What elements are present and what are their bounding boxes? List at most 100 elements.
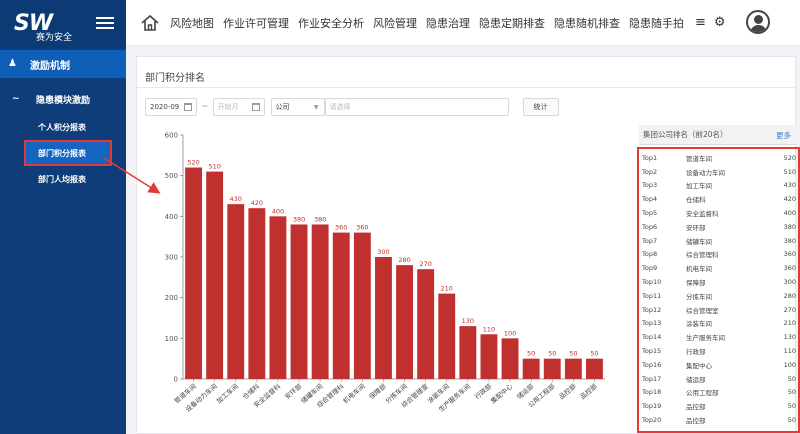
topnav-risk-management[interactable]: 风险管理: [373, 15, 417, 31]
bar-value-label: 400: [272, 207, 284, 215]
ranking-row: Top9 机电车间 360: [639, 261, 798, 275]
ranking-row: Top13 涂装车间 210: [639, 317, 798, 331]
chart-bar: [375, 257, 392, 379]
ranking-rank: Top11: [642, 291, 662, 300]
chart-bar: [564, 358, 582, 379]
ranking-rank: Top18: [642, 388, 662, 397]
ranking-row: Top16 集配中心 100: [639, 358, 798, 372]
ranking-name: 品控部: [686, 417, 706, 426]
ranking-row: Top4 仓储科 420: [639, 192, 798, 206]
ranking-rank: Top8: [642, 250, 658, 259]
topnav-hazard-governance[interactable]: 隐患治理: [426, 15, 470, 31]
sidebar-item-personal-report[interactable]: 个人积分报表: [0, 114, 126, 140]
topnav-periodic-check[interactable]: 隐患定期排查: [479, 15, 545, 31]
bar-value-label: 430: [230, 195, 242, 203]
bar-value-label: 210: [441, 285, 453, 293]
ranking-name: 保障部: [686, 279, 706, 288]
sidebar-group-hazard[interactable]: ∼ 隐患模块激励: [0, 84, 126, 114]
bar-value-label: 280: [398, 256, 410, 264]
ranking-value: 50: [787, 388, 796, 397]
start-month-value: 2020-09: [150, 103, 180, 111]
gear-icon[interactable]: ⚙: [714, 15, 726, 30]
chart-bar: [269, 216, 287, 379]
company-select-value: 公司: [275, 103, 290, 111]
ranking-row: Top11 分拣车间 280: [639, 289, 798, 303]
date-range-separator: ~: [201, 102, 209, 112]
ranking-more-link[interactable]: 更多: [776, 130, 791, 141]
bar-value-label: 110: [483, 325, 495, 333]
ranking-value: 110: [783, 347, 796, 356]
ranking-rank: Top9: [642, 264, 658, 273]
department-select[interactable]: 请选择: [324, 98, 509, 116]
ranking-row: Top12 综合管理室 270: [639, 303, 798, 317]
chart-bar: [248, 208, 266, 379]
sidebar-group-label: 隐患模块激励: [36, 95, 91, 106]
menu-toggle-icon[interactable]: [96, 14, 114, 30]
ranking-row: Top3 加工车间 430: [639, 179, 798, 193]
ranking-row: Top8 综合管理科 360: [639, 248, 798, 262]
bar-value-label: 300: [377, 248, 389, 256]
ranking-rank: Top15: [642, 347, 662, 356]
home-icon[interactable]: [140, 13, 160, 33]
x-tick-label: 品控部: [578, 381, 599, 401]
topnav-work-permit[interactable]: 作业许可管理: [223, 15, 289, 31]
ranking-value: 210: [783, 319, 796, 328]
ranking-value: 50: [787, 402, 796, 411]
ranking-value: 50: [787, 374, 796, 383]
topnav-random-check[interactable]: 隐患随机排查: [554, 15, 620, 31]
ranking-value: 400: [783, 209, 796, 218]
chevron-down-icon: ▼: [313, 104, 319, 111]
y-tick-label: 600: [165, 132, 178, 140]
sidebar-item-label: 个人积分报表: [38, 122, 86, 132]
ranking-value: 430: [783, 181, 796, 190]
ranking-rank: Top5: [642, 209, 658, 218]
ranking-name: 安全监督科: [686, 210, 719, 219]
topnav-snapshot[interactable]: 隐患随手拍: [629, 15, 684, 31]
chart-bar: [332, 232, 350, 379]
report-panel: 部门积分排名 2020-09 ~ 开始月 公司 ▼ 请选择 统计 0 100 2…: [136, 56, 800, 434]
ranking-rank: Top10: [642, 278, 662, 287]
ranking-name: 储罐车间: [686, 237, 712, 246]
bar-value-label: 510: [208, 163, 220, 171]
ranking-row: Top20 品控部 50: [639, 413, 798, 427]
end-month-input[interactable]: 开始月: [212, 98, 265, 116]
topnav-risk-map[interactable]: 风险地图: [170, 15, 214, 31]
sidebar: SW 赛为安全 ♟ 激励机制 ∼ 隐患模块激励 个人积分报表 部门积分报表 部门…: [0, 0, 126, 434]
ranking-rank: Top14: [642, 333, 662, 342]
ranking-value: 520: [783, 153, 796, 162]
topnav-job-safety[interactable]: 作业安全分析: [298, 15, 364, 31]
ranking-name: 设备动力车间: [686, 168, 725, 177]
sidebar-section-incentive[interactable]: ♟ 激励机制: [0, 50, 126, 78]
company-select[interactable]: 公司 ▼: [270, 98, 325, 116]
ranking-rank: Top4: [642, 195, 658, 204]
filter-bar: 2020-09 ~ 开始月 公司 ▼ 请选择 统计: [145, 97, 559, 117]
ranking-rank: Top12: [642, 305, 662, 314]
logo[interactable]: SW 赛为安全: [0, 0, 126, 48]
calendar-icon: [184, 103, 192, 111]
chart-bar: [227, 204, 245, 379]
ranking-name: 品控部: [686, 403, 706, 412]
bar-value-label: 50: [590, 350, 598, 358]
ranking-rank: Top1: [642, 153, 658, 162]
sidebar-item-department-report[interactable]: 部门积分报表: [24, 140, 112, 166]
ranking-value: 380: [783, 222, 796, 231]
ranking-rank: Top20: [642, 416, 662, 425]
bar-value-label: 380: [314, 215, 326, 223]
ranking-value: 50: [787, 416, 796, 425]
ranking-name: 安环部: [686, 223, 706, 232]
sidebar-item-department-average[interactable]: 部门人均报表: [0, 166, 126, 192]
start-month-input[interactable]: 2020-09: [145, 98, 197, 116]
chart-bar: [396, 265, 413, 379]
more-menu-icon[interactable]: ≡: [695, 15, 706, 30]
people-icon: ♟: [8, 58, 17, 69]
sidebar-section-label: 激励机制: [30, 60, 70, 72]
bar-value-label: 520: [187, 159, 199, 167]
department-score-chart: 0100200300400500600520管道车间510设备动力车间430加工…: [165, 132, 605, 414]
bar-value-label: 50: [569, 350, 577, 358]
chart-bar: [417, 269, 435, 379]
x-tick-label: 加工车间: [214, 382, 240, 406]
chart-bar: [459, 326, 477, 379]
user-avatar-icon[interactable]: [746, 10, 770, 34]
chart-bar: [185, 167, 202, 379]
statistics-button[interactable]: 统计: [522, 98, 559, 116]
